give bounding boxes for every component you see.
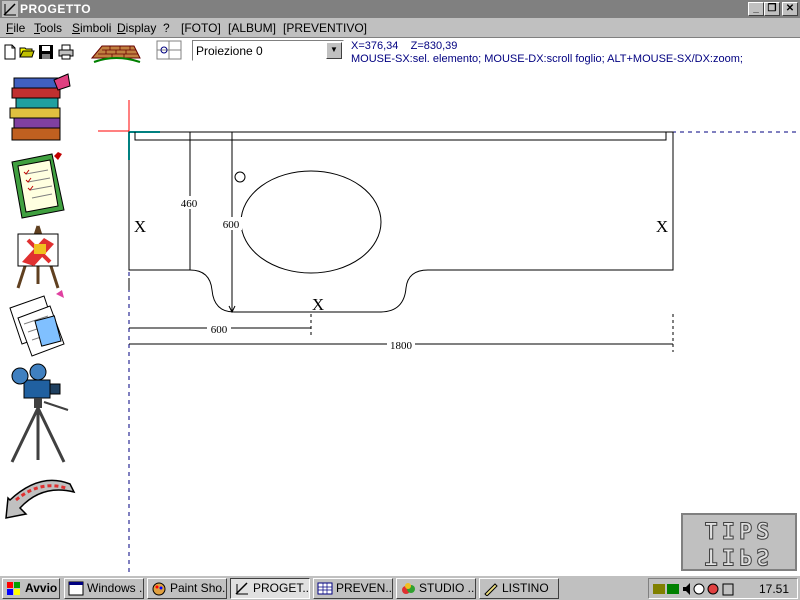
task-label: STUDIO ... xyxy=(419,581,476,595)
system-tray: 17.51 xyxy=(648,578,798,599)
tips-logo-graphic: TIPS TIPS xyxy=(704,520,774,569)
label-bg-600h xyxy=(207,322,231,335)
tray-icons xyxy=(653,583,734,596)
projection-select[interactable]: Proiezione 0 ▼ xyxy=(192,40,344,61)
faucet-hole xyxy=(234,171,246,183)
open-folder-icon[interactable] xyxy=(19,44,35,60)
catalog-books-icon[interactable] xyxy=(4,72,76,148)
arrowhead xyxy=(228,305,236,314)
tray-app-icon xyxy=(707,583,719,595)
app-window: PROGETTO _ ❐ ✕ File Tools Simboli Displa… xyxy=(0,0,800,575)
menu-preventivo[interactable]: [PREVENTIVO] xyxy=(283,21,367,35)
start-label: Avvio xyxy=(25,581,58,595)
menu-help[interactable]: ? xyxy=(163,21,170,35)
minimize-button[interactable]: _ xyxy=(748,2,764,16)
network-icon xyxy=(653,584,665,594)
studio-icon xyxy=(402,583,415,594)
task-listino[interactable]: LISTINO xyxy=(479,578,559,599)
papers-calculator-icon[interactable] xyxy=(4,288,76,360)
battery-icon xyxy=(722,583,734,596)
sink-basin xyxy=(240,170,382,274)
restore-button[interactable]: ❐ xyxy=(764,2,780,16)
task-label: PREVEN... xyxy=(336,581,393,595)
monitor-icon xyxy=(667,584,679,594)
chevron-down-icon[interactable]: ▼ xyxy=(326,42,342,59)
task-label: Paint Sho... xyxy=(170,581,227,595)
speaker-icon xyxy=(683,583,690,595)
projection-value: Proiezione 0 xyxy=(196,44,263,58)
task-label: Windows ... xyxy=(87,581,144,595)
dimension-label-1800: 1800 xyxy=(390,340,413,352)
coordinates-readout: X=376,34 Z=830,39 xyxy=(351,40,458,52)
close-button[interactable]: ✕ xyxy=(782,2,798,16)
clock-app-icon xyxy=(693,583,705,595)
app-icon xyxy=(2,1,18,17)
task-paint-shop[interactable]: Paint Sho... xyxy=(147,578,227,599)
label-bg-600v xyxy=(220,217,242,230)
task-studio[interactable]: STUDIO ... xyxy=(396,578,476,599)
marker-x-bottom: X xyxy=(312,295,324,314)
projection-view-icon[interactable] xyxy=(156,40,182,60)
spreadsheet-icon xyxy=(317,582,333,595)
menu-file[interactable]: File xyxy=(6,21,25,35)
marker-x-left: X xyxy=(134,217,146,236)
start-button[interactable]: Avvio xyxy=(2,578,60,599)
task-label: LISTINO xyxy=(502,581,549,595)
tips-logo-text: TIPS xyxy=(705,520,774,545)
menu-bar: File Tools Simboli Display ? [FOTO] [ALB… xyxy=(0,18,800,38)
menu-simboli[interactable]: Simboli xyxy=(72,21,111,35)
window-app-icon xyxy=(68,581,84,596)
pencil-icon xyxy=(484,583,498,596)
clipboard-checklist-icon[interactable] xyxy=(4,150,76,220)
marker-x-right: X xyxy=(656,217,668,236)
dimension-label-460: 460 xyxy=(181,198,198,210)
window-title: PROGETTO xyxy=(20,2,92,16)
back-arrow-icon[interactable] xyxy=(4,470,76,522)
backsplash-strip xyxy=(134,131,667,141)
taskbar: Avvio Windows ... Paint Sho... PROGET...… xyxy=(0,575,800,600)
tips-logo: TIPS TIPS xyxy=(681,513,797,571)
dimension-label-600-horizontal: 600 xyxy=(211,324,228,336)
brick-wall-icon[interactable] xyxy=(90,40,142,66)
save-disk-icon[interactable] xyxy=(38,44,54,60)
label-bg-460 xyxy=(178,196,200,209)
label-bg-1800 xyxy=(387,338,415,351)
easel-drawing-icon[interactable] xyxy=(4,222,76,290)
menu-foto[interactable]: [FOTO] xyxy=(181,21,221,35)
task-label: PROGET... xyxy=(253,581,310,595)
task-preventivo[interactable]: PREVEN... xyxy=(313,578,393,599)
tips-logo-reflection: TIPS xyxy=(705,543,774,568)
countertop-outline xyxy=(128,131,674,313)
title-bar[interactable]: PROGETTO _ ❐ ✕ xyxy=(0,0,800,18)
camera-tripod-icon[interactable] xyxy=(4,362,76,466)
new-file-icon[interactable] xyxy=(2,44,18,60)
print-icon[interactable] xyxy=(58,44,74,60)
windows-logo-icon xyxy=(7,582,20,595)
clock: 17.51 xyxy=(758,582,789,596)
menu-album[interactable]: [ALBUM] xyxy=(228,21,276,35)
drawing-canvas: 460 600 600 1800 X X X xyxy=(98,100,800,575)
task-progetto[interactable]: PROGET... xyxy=(230,578,310,599)
menu-display[interactable]: Display xyxy=(117,21,156,35)
app-icon xyxy=(235,582,248,595)
paint-shop-icon xyxy=(152,582,166,596)
mouse-hint: MOUSE-SX:sel. elemento; MOUSE-DX:scroll … xyxy=(351,53,743,65)
menu-tools[interactable]: Tools xyxy=(34,21,62,35)
dimension-label-600-vertical: 600 xyxy=(223,219,240,231)
task-windows[interactable]: Windows ... xyxy=(64,578,144,599)
